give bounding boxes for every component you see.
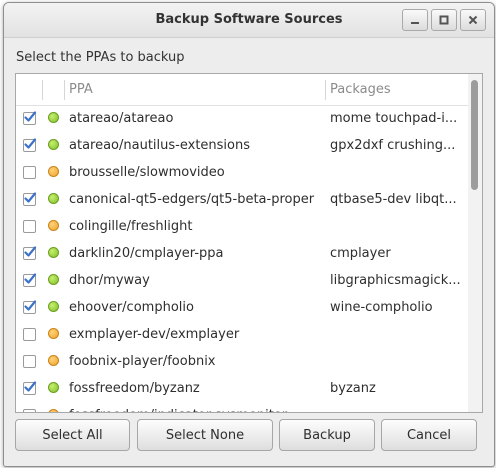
ppa-packages: gpx2dxf crushing... xyxy=(330,138,456,153)
status-orange-icon xyxy=(48,355,59,366)
maximize-button[interactable] xyxy=(431,9,457,31)
checkmark-icon xyxy=(24,138,37,149)
column-separator xyxy=(42,80,43,100)
list-item[interactable]: dhor/myway libgraphicsmagick... xyxy=(16,267,468,294)
ppa-list[interactable]: PPA Packages atareao/atareao mome touchpa… xyxy=(15,73,483,413)
vertical-scrollbar[interactable] xyxy=(468,74,482,412)
status-orange-icon xyxy=(48,409,59,412)
checkmark-icon xyxy=(24,246,37,257)
list-item[interactable]: brousselle/slowmovideo xyxy=(16,159,468,186)
ppa-packages: byzanz xyxy=(330,381,376,396)
ppa-checkbox[interactable] xyxy=(23,273,37,287)
ppa-checkbox[interactable] xyxy=(23,246,37,260)
minimize-button[interactable] xyxy=(402,9,428,31)
window-controls xyxy=(399,9,486,31)
list-item[interactable]: foobnix-player/foobnix xyxy=(16,348,468,375)
select-none-button[interactable]: Select None xyxy=(137,419,273,451)
backup-button[interactable]: Backup xyxy=(279,419,375,451)
ppa-packages: mome touchpad-i... xyxy=(330,111,458,126)
ppa-name: dhor/myway xyxy=(69,273,150,288)
ppa-name: atareao/atareao xyxy=(69,111,174,126)
list-rows: atareao/atareao mome touchpad-i... atareao… xyxy=(16,105,468,412)
ppa-name: exmplayer-dev/exmplayer xyxy=(69,327,240,342)
title-bar[interactable]: Backup Software Sources xyxy=(4,3,494,38)
status-green-icon xyxy=(48,274,59,285)
list-item[interactable]: atareao/nautilus-extensions gpx2dxf crush… xyxy=(16,132,468,159)
column-header-ppa[interactable]: PPA xyxy=(69,74,93,105)
list-header: PPA Packages xyxy=(16,74,468,106)
ppa-checkbox[interactable] xyxy=(23,111,37,125)
status-green-icon xyxy=(48,301,59,312)
ppa-checkbox[interactable] xyxy=(23,328,36,341)
select-all-button[interactable]: Select All xyxy=(15,419,130,451)
ppa-checkbox[interactable] xyxy=(23,381,37,395)
ppa-checkbox[interactable] xyxy=(23,166,36,179)
checkmark-icon xyxy=(24,381,37,392)
status-green-icon xyxy=(48,247,59,258)
instruction-label: Select the PPAs to backup xyxy=(16,50,185,65)
ppa-name: colingille/freshlight xyxy=(69,219,193,234)
ppa-checkbox[interactable] xyxy=(23,355,36,368)
ppa-packages: cmplayer xyxy=(330,246,391,261)
status-orange-icon xyxy=(48,220,59,231)
list-item[interactable]: colingille/freshlight xyxy=(16,213,468,240)
ppa-name: fossfreedom/byzanz xyxy=(69,381,200,396)
column-separator xyxy=(325,80,326,100)
column-separator xyxy=(64,80,65,100)
checkmark-icon xyxy=(24,273,37,284)
ppa-name: foobnix-player/foobnix xyxy=(69,354,216,369)
ppa-checkbox[interactable] xyxy=(23,220,36,233)
scrollbar-thumb[interactable] xyxy=(471,80,478,190)
button-bar: Select All Select None Backup Cancel xyxy=(15,419,481,453)
status-orange-icon xyxy=(48,328,59,339)
list-item[interactable]: atareao/atareao mome touchpad-i... xyxy=(16,105,468,132)
list-item[interactable]: fossfreedom/byzanz byzanz xyxy=(16,375,468,402)
status-green-icon xyxy=(48,193,59,204)
close-icon xyxy=(468,15,478,25)
maximize-icon xyxy=(439,15,449,25)
list-item[interactable]: ehoover/compholio wine-compholio xyxy=(16,294,468,321)
checkmark-icon xyxy=(24,300,37,311)
status-green-icon xyxy=(48,382,59,393)
ppa-packages: libgraphicsmagick... xyxy=(330,273,461,288)
ppa-checkbox[interactable] xyxy=(23,138,37,152)
close-button[interactable] xyxy=(460,9,486,31)
list-item[interactable]: exmplayer-dev/exmplayer xyxy=(16,321,468,348)
ppa-packages: qtbase5-dev libqt... xyxy=(330,192,457,207)
ppa-checkbox[interactable] xyxy=(23,192,37,206)
list-item[interactable]: darklin20/cmplayer-ppa cmplayer xyxy=(16,240,468,267)
status-green-icon xyxy=(48,112,59,123)
ppa-name: ehoover/compholio xyxy=(69,300,194,315)
status-green-icon xyxy=(48,139,59,150)
status-orange-icon xyxy=(48,166,59,177)
backup-dialog-window: Backup Software Sources Select the PPAs … xyxy=(3,2,495,467)
column-header-packages[interactable]: Packages xyxy=(330,74,391,105)
checkmark-icon xyxy=(24,111,37,122)
list-item[interactable]: fossfreedom/indicator-sysmonitor xyxy=(16,402,468,412)
minimize-icon xyxy=(411,22,419,24)
ppa-checkbox[interactable] xyxy=(23,300,37,314)
cancel-button[interactable]: Cancel xyxy=(381,419,477,451)
ppa-packages: wine-compholio xyxy=(330,300,433,315)
ppa-name: fossfreedom/indicator-sysmonitor xyxy=(69,402,287,412)
ppa-name: brousselle/slowmovideo xyxy=(69,165,225,180)
ppa-checkbox[interactable] xyxy=(23,409,36,412)
ppa-name: darklin20/cmplayer-ppa xyxy=(69,246,224,261)
ppa-name: atareao/nautilus-extensions xyxy=(69,138,251,153)
list-item[interactable]: canonical-qt5-edgers/qt5-beta-proper qtba… xyxy=(16,186,468,213)
checkmark-icon xyxy=(24,192,37,203)
ppa-name: canonical-qt5-edgers/qt5-beta-proper xyxy=(69,192,315,207)
